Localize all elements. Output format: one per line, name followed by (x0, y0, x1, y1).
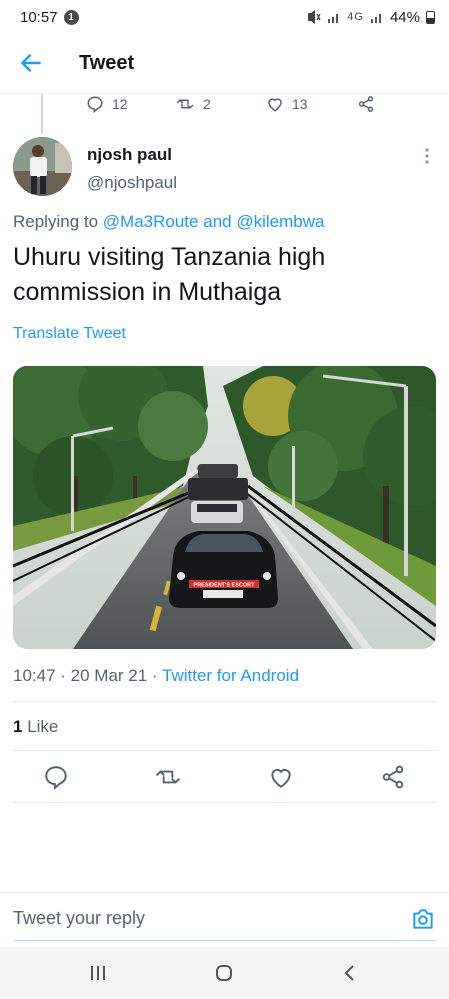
divider (13, 701, 436, 702)
tweet-photo[interactable]: PRESIDENT'S ESCORT (13, 366, 436, 649)
likes-summary[interactable]: 1 Like (13, 717, 58, 737)
tweet-text: Uhuru visiting Tanzania high commission … (13, 243, 326, 306)
reply-icon (87, 96, 103, 113)
prev-like-action[interactable]: 13 (266, 95, 308, 113)
arrow-left-icon[interactable] (18, 50, 44, 76)
camera-icon[interactable] (410, 906, 436, 932)
prev-like-count: 13 (292, 96, 308, 112)
reply-icon[interactable] (43, 764, 69, 790)
tweet-date: 20 Mar 21 (70, 666, 148, 685)
replying-to-line: Replying to @Ma3Route and @kilembwa (13, 212, 324, 232)
more-options-icon[interactable] (420, 146, 434, 166)
battery-percent: 44% (389, 8, 420, 26)
prev-reply-count: 12 (112, 96, 128, 112)
mention-link-kilembwa[interactable]: @kilembwa (236, 212, 324, 231)
retweet-icon (176, 99, 194, 109)
notification-count-badge: 1 (63, 9, 79, 25)
prev-retweet-action[interactable]: 2 (175, 95, 211, 113)
prev-reply-action[interactable]: 12 (86, 95, 128, 113)
avatar[interactable] (13, 137, 72, 196)
divider (13, 750, 436, 751)
tweet-time: 10:47 (13, 666, 56, 685)
mention-and: and (203, 212, 232, 231)
status-time: 10:57 (20, 8, 58, 26)
mention-link-ma3route[interactable]: @Ma3Route (103, 212, 199, 231)
battery-icon (426, 10, 435, 24)
recent-apps-icon[interactable] (86, 961, 110, 985)
heart-icon[interactable] (268, 764, 294, 790)
author-handle[interactable]: @njoshpaul (87, 173, 177, 193)
tweet-meta: 10:47 · 20 Mar 21 · Twitter for Android (13, 666, 300, 685)
divider (13, 802, 436, 803)
reply-input-underline (13, 940, 436, 941)
translate-tweet-link[interactable]: Translate Tweet (13, 325, 126, 343)
replying-to-prefix: Replying to (13, 212, 99, 231)
like-count: 1 (13, 717, 23, 736)
home-icon[interactable] (212, 961, 236, 985)
retweet-icon[interactable] (155, 764, 181, 790)
back-nav-icon[interactable] (338, 961, 362, 985)
share-icon (358, 96, 374, 112)
status-bar: 10:57 1 4G 44% (0, 0, 449, 34)
mute-vibrate-icon (308, 10, 321, 24)
page-title: Tweet (79, 52, 135, 74)
signal-icon (328, 14, 339, 23)
reply-input[interactable] (13, 908, 383, 929)
tweet-source-link[interactable]: Twitter for Android (162, 666, 299, 685)
prev-retweet-count: 2 (203, 96, 211, 112)
heart-icon (268, 98, 282, 112)
like-label: Like (27, 717, 59, 736)
prev-share-action[interactable] (357, 95, 375, 113)
escort-plate-text: PRESIDENT'S ESCORT (194, 583, 256, 589)
top-app-bar: Tweet (0, 34, 449, 94)
network-type: 4G (347, 11, 364, 23)
signal-strength-icon (370, 14, 381, 23)
share-icon[interactable] (380, 764, 406, 790)
author-name[interactable]: njosh paul (87, 145, 172, 165)
thread-connector-line (41, 94, 43, 134)
